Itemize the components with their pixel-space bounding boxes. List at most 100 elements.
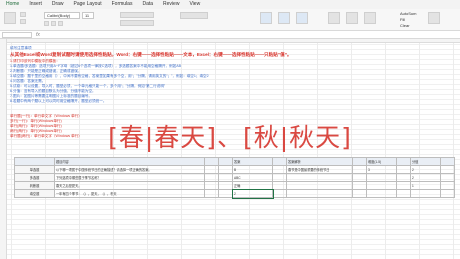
column-header[interactable] <box>352 157 367 166</box>
column-header[interactable]: 难度(1-5) <box>366 157 397 166</box>
question-type-cell[interactable]: 单选题 <box>14 165 55 174</box>
question-content-cell[interactable]: 春天之后是夏天。 <box>54 181 205 190</box>
empty-cell[interactable] <box>218 181 233 190</box>
tab-insert[interactable]: Insert <box>29 0 42 9</box>
paste-instruction: 从其他Excel或Word复制试题时请使用选择性粘贴，Word：右键——选择性粘… <box>10 52 292 57</box>
answer-cell[interactable]: 正确 <box>232 181 273 190</box>
table-header-row: 题目内容 答案 答案解析 难度(1-5) 分值 <box>14 157 455 166</box>
column-header[interactable]: 答案解析 <box>286 157 353 166</box>
difficulty-cell[interactable]: 3 <box>366 165 397 174</box>
empty-cell[interactable] <box>204 189 219 198</box>
column-header[interactable] <box>204 157 219 166</box>
empty-cell[interactable] <box>440 173 455 182</box>
analysis-cell[interactable] <box>286 189 353 198</box>
difficulty-cell[interactable] <box>366 173 397 182</box>
font-size-select[interactable]: 11 <box>82 12 94 19</box>
formula-bar: fx <box>0 31 460 39</box>
empty-cell[interactable] <box>272 165 287 174</box>
empty-cell[interactable] <box>218 165 233 174</box>
align-group[interactable] <box>120 12 154 18</box>
column-header[interactable]: 答案 <box>232 157 273 166</box>
empty-cell[interactable] <box>204 181 219 190</box>
ribbon-toolbar: Calibri(Body) 11 AutoSum Fill Clear <box>0 9 460 31</box>
ribbon-tab-bar: Home Insert Draw Page Layout Formulas Da… <box>0 0 460 10</box>
cut-icon[interactable] <box>20 12 26 17</box>
question-type-cell[interactable]: 判断题 <box>14 181 55 190</box>
analysis-cell[interactable] <box>286 173 353 182</box>
empty-cell[interactable] <box>396 165 411 174</box>
empty-cell[interactable] <box>204 173 219 182</box>
tab-data[interactable]: Data <box>142 0 153 9</box>
empty-cell[interactable] <box>352 165 367 174</box>
italic-icon[interactable] <box>51 21 56 26</box>
tab-review[interactable]: Review <box>163 0 179 9</box>
empty-cell[interactable] <box>440 181 455 190</box>
fx-icon[interactable]: fx <box>36 31 40 39</box>
paste-icon[interactable] <box>4 12 16 24</box>
delete-cells-icon[interactable] <box>346 12 358 24</box>
empty-cell[interactable] <box>352 189 367 198</box>
column-header[interactable]: 分值 <box>410 157 441 166</box>
empty-cell[interactable] <box>396 173 411 182</box>
empty-cell[interactable] <box>396 181 411 190</box>
score-cell[interactable]: 1 <box>410 181 441 190</box>
question-content-cell[interactable]: 一年有四个季节：（），夏天，（），冬天 <box>54 189 205 198</box>
score-cell[interactable]: 2 <box>410 173 441 182</box>
empty-cell[interactable] <box>440 189 455 198</box>
tab-page-layout[interactable]: Page Layout <box>74 0 102 9</box>
column-header[interactable] <box>272 157 287 166</box>
difficulty-cell[interactable] <box>366 181 397 190</box>
tab-draw[interactable]: Draw <box>52 0 64 9</box>
tab-formulas[interactable]: Formulas <box>112 0 133 9</box>
column-header[interactable]: 题目内容 <box>54 157 205 166</box>
analysis-cell[interactable] <box>286 181 353 190</box>
column-header[interactable] <box>396 157 411 166</box>
insert-cells-icon[interactable] <box>328 12 340 24</box>
format-cells-icon[interactable] <box>364 12 376 24</box>
autosum-button[interactable]: AutoSum <box>400 11 416 16</box>
empty-cell[interactable] <box>440 165 455 174</box>
column-header[interactable] <box>14 157 55 166</box>
underline-icon[interactable] <box>58 21 63 26</box>
copy-icon[interactable] <box>20 19 26 24</box>
empty-cell[interactable] <box>272 189 287 198</box>
empty-cell[interactable] <box>218 173 233 182</box>
analysis-cell[interactable]: 春节是中国最重要的传统节日 <box>286 165 353 174</box>
question-content-cell[interactable]: 以下哪一项属于中国传统节日的正确描述？请选择一项正确的答案。 <box>54 165 205 174</box>
question-type-cell[interactable]: 填空题 <box>14 189 55 198</box>
indent-group[interactable] <box>120 20 154 26</box>
empty-cell[interactable] <box>352 173 367 182</box>
number-format-select[interactable] <box>180 12 208 19</box>
column-headers[interactable] <box>7 39 460 43</box>
format-as-table-icon[interactable] <box>278 12 290 24</box>
name-box[interactable] <box>2 32 32 38</box>
empty-cell[interactable] <box>352 181 367 190</box>
answer-cell-selected[interactable]: 2 <box>231 188 274 199</box>
cell-styles-icon[interactable] <box>296 12 308 24</box>
question-content-cell[interactable]: 下列选项中哪些属于季节名称？ <box>54 173 205 182</box>
clear-button[interactable]: Clear <box>400 23 410 28</box>
score-cell[interactable] <box>410 189 441 198</box>
empty-cell[interactable] <box>272 173 287 182</box>
note-title: 填写注意事项 <box>10 46 32 50</box>
bold-icon[interactable] <box>44 21 49 26</box>
score-cell[interactable]: 2 <box>410 165 441 174</box>
conditional-formatting-icon[interactable] <box>260 12 272 24</box>
empty-cell[interactable] <box>396 189 411 198</box>
question-type-cell[interactable]: 多选题 <box>14 173 55 182</box>
sort-filter-icon[interactable] <box>428 12 440 24</box>
empty-cell[interactable] <box>204 165 219 174</box>
rule-item: 8.若题中有两个题以上可以同时用空格隔开，题型必须统一。 <box>10 99 107 103</box>
answer-cell[interactable]: ABC <box>232 173 273 182</box>
column-header[interactable] <box>218 157 233 166</box>
table-row: 单选题 以下哪一项属于中国传统节日的正确描述？请选择一项正确的答案。 B 春节是… <box>14 165 455 174</box>
answer-cell[interactable]: B <box>232 165 273 174</box>
empty-cell[interactable] <box>272 181 287 190</box>
font-name-select[interactable]: Calibri(Body) <box>44 12 80 19</box>
empty-cell[interactable] <box>218 189 233 198</box>
difficulty-cell[interactable] <box>366 189 397 198</box>
fill-button[interactable]: Fill <box>400 17 405 22</box>
overlay-banner: [春|春天]、[秋|秋天] <box>108 123 352 152</box>
tab-view[interactable]: View <box>189 0 200 9</box>
column-header[interactable] <box>440 157 455 166</box>
